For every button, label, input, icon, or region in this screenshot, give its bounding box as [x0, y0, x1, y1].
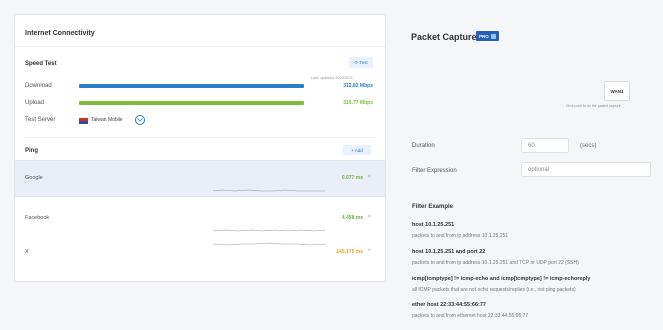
duration-label: Duration	[412, 143, 435, 149]
filter-expression-label: Filter Expression	[412, 168, 457, 174]
ping-row-x[interactable]: X 145.175 ms ×	[15, 235, 385, 272]
duration-unit: (secs)	[580, 143, 597, 149]
remove-ping-icon[interactable]: ×	[367, 248, 371, 254]
filter-example-title: Filter Example	[412, 204, 454, 210]
last-tested-text: Last updated 2023/6/21	[310, 75, 353, 80]
ping-sparkline	[213, 229, 325, 232]
ping-title: Ping	[25, 148, 38, 154]
chevron-down-icon	[137, 118, 143, 122]
interface-hint: Click point to do the packet capture	[566, 104, 621, 108]
change-server-button[interactable]	[135, 115, 145, 125]
internet-connectivity-card: Internet Connectivity Speed Test Last up…	[14, 14, 386, 282]
download-label: Download	[25, 83, 52, 89]
divider	[15, 46, 385, 47]
run-speed-test-button[interactable]: ⟳ Test	[349, 57, 373, 68]
example-description: all ICMP packets that are not echo reque…	[412, 287, 576, 293]
ping-value: 0.077 ms	[341, 175, 363, 181]
ping-value: 145.175 ms	[336, 249, 363, 255]
upload-label: Upload	[25, 100, 45, 106]
pro-badge-label: PRO	[479, 33, 489, 39]
ping-target-name: X	[25, 249, 29, 255]
example-description: packets to and from ethernet host 22:33:…	[412, 313, 529, 319]
add-ping-target-button[interactable]: + Add	[343, 145, 371, 155]
example-command: icmp[icmptype] != icmp-echo and icmp[icm…	[412, 276, 591, 282]
download-value: 312.82 Mbps	[343, 83, 373, 89]
test-server-name: Taiwan Mobile	[91, 117, 123, 123]
ping-row-google[interactable]: Google 0.077 ms ×	[15, 160, 385, 197]
remove-ping-icon[interactable]: ×	[367, 214, 371, 220]
pro-icon	[490, 33, 496, 39]
upload-value: 315.77 Mbps	[343, 100, 373, 106]
ping-row-facebook[interactable]: Facebook 4.458 ms ×	[15, 201, 385, 238]
ping-sparkline	[213, 242, 325, 246]
ping-sparkline	[213, 189, 325, 192]
ping-target-name: Google	[25, 175, 43, 181]
pro-badge: PRO	[476, 31, 499, 41]
example-command: host 10.1.25.251 and port 22	[412, 249, 486, 255]
example-description: packets to and from ip address 10.1.25.2…	[412, 260, 579, 266]
test-server-label: Test Server	[25, 117, 56, 123]
wan1-interface-button[interactable]: WAN1	[604, 81, 630, 101]
speed-test-title: Speed Test	[25, 61, 57, 67]
divider	[25, 137, 375, 138]
packet-capture-title: Packet Capture	[411, 32, 477, 42]
ping-target-name: Facebook	[25, 215, 50, 221]
remove-ping-icon[interactable]: ×	[367, 174, 371, 180]
filter-expression-input[interactable]: optional	[521, 162, 651, 177]
ping-value: 4.458 ms	[341, 215, 363, 221]
duration-input[interactable]: 60	[521, 138, 569, 153]
upload-bar	[79, 101, 305, 105]
example-command: ether host 22:33:44:55:66:77	[412, 302, 486, 308]
download-bar	[79, 84, 305, 88]
example-description: packets to and from ip address 10.1.25.2…	[412, 233, 509, 239]
taiwan-flag-icon	[79, 118, 88, 124]
example-command: host 10.1.25.251	[412, 222, 455, 228]
card-title: Internet Connectivity	[25, 30, 95, 37]
